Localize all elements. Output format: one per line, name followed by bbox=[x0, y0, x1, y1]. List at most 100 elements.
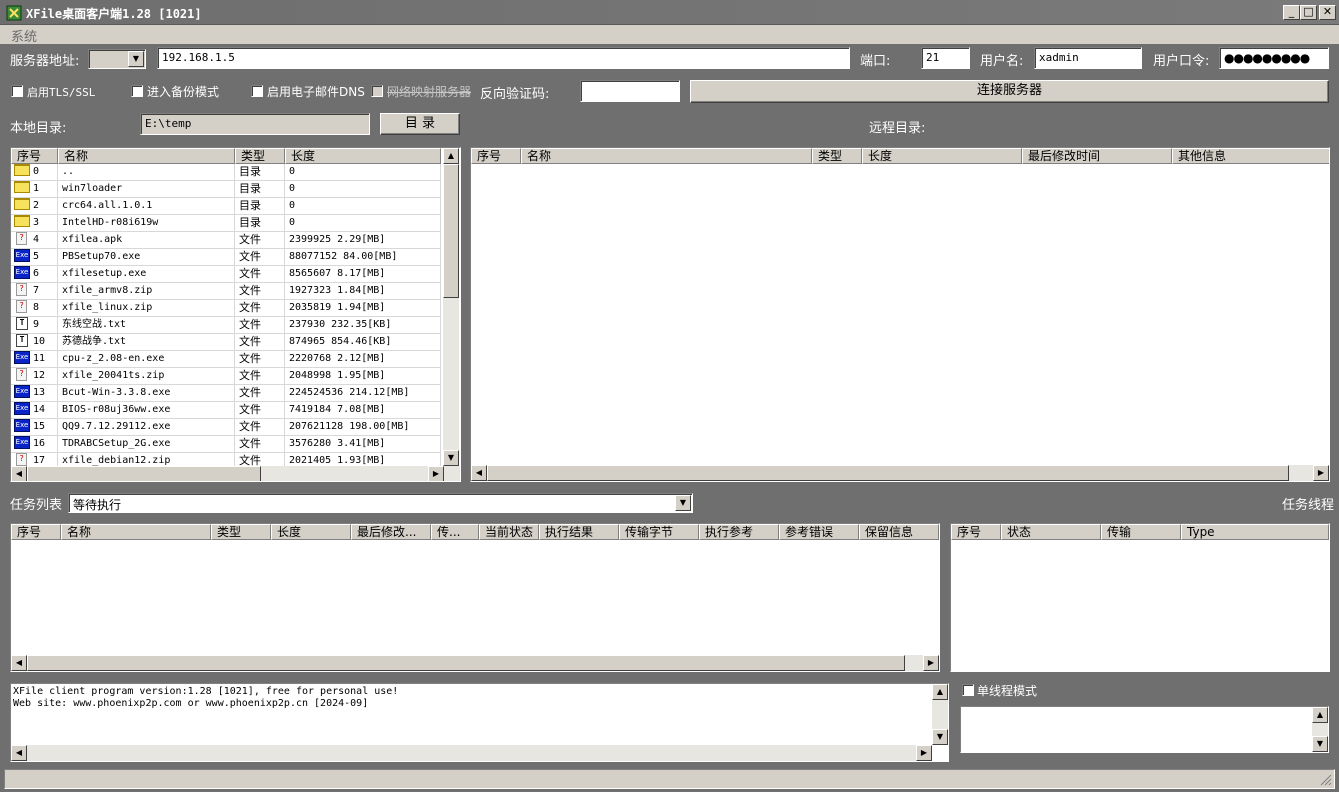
scroll-right-icon[interactable]: ▶ bbox=[923, 655, 939, 671]
column-header[interactable]: 名称 bbox=[58, 148, 235, 164]
table-row[interactable]: Exe 14 BIOS-r08uj36ww.exe 文件 7419184 7.08[MB… bbox=[11, 402, 441, 419]
column-header[interactable]: 执行结果 bbox=[539, 524, 619, 540]
scroll-left-icon[interactable]: ◀ bbox=[471, 465, 487, 481]
scroll-right-icon[interactable]: ▶ bbox=[916, 745, 932, 761]
column-header[interactable]: 长度 bbox=[271, 524, 351, 540]
column-header[interactable]: 传... bbox=[431, 524, 479, 540]
table-row[interactable]: Exe 6 xfilesetup.exe 文件 8565607 8.17[MB] bbox=[11, 266, 441, 283]
scroll-down-icon[interactable]: ▼ bbox=[932, 729, 948, 745]
password-input[interactable]: ●●●●●●●●● bbox=[1219, 47, 1329, 69]
scroll-right-icon[interactable]: ▶ bbox=[428, 466, 444, 481]
local-dir-input[interactable]: E:\temp bbox=[140, 113, 370, 135]
log-vscroll[interactable]: ▲ ▼ bbox=[932, 684, 948, 745]
column-header[interactable]: 长度 bbox=[862, 148, 1022, 164]
single-thread-checkbox[interactable] bbox=[962, 684, 974, 696]
protocol-select[interactable]: ▼ bbox=[88, 49, 146, 69]
column-header[interactable]: 长度 bbox=[285, 148, 441, 164]
scroll-thumb[interactable] bbox=[27, 655, 905, 671]
table-row[interactable]: Exe 13 Bcut-Win-3.3.8.exe 文件 224524536 214.1… bbox=[11, 385, 441, 402]
thread-info-vscroll[interactable]: ▲ ▼ bbox=[1312, 707, 1328, 752]
log-output[interactable]: XFile client program version:1.28 [1021]… bbox=[10, 683, 949, 762]
table-row[interactable]: 1 win7loader 目录 0 bbox=[11, 181, 441, 198]
resize-grip-icon[interactable] bbox=[1320, 774, 1332, 786]
scroll-up-icon[interactable]: ▲ bbox=[443, 148, 459, 164]
scroll-thumb[interactable] bbox=[487, 465, 1289, 481]
column-header[interactable]: 参考错误 bbox=[779, 524, 859, 540]
table-row[interactable]: T 9 东线空战.txt 文件 237930 232.35[KB] bbox=[11, 317, 441, 334]
log-hscroll[interactable]: ◀ ▶ bbox=[11, 745, 932, 761]
column-header[interactable]: 最后修改... bbox=[351, 524, 431, 540]
local-file-list[interactable]: 序号 名称 类型 长度 0.. 目录 0 1 win7loader 目录 0 2 crc64.all.… bbox=[10, 147, 461, 482]
thread-list[interactable]: 序号 状态 传输 Type bbox=[950, 523, 1330, 672]
server-address-input[interactable]: 192.168.1.5 bbox=[157, 47, 850, 69]
task-list[interactable]: 序号 名称 类型 长度 最后修改... 传... 当前状态 执行结果 传输字节 执行参考 参考错误保… bbox=[10, 523, 940, 672]
remote-hscroll[interactable]: ◀ ▶ bbox=[471, 465, 1329, 481]
menu-system[interactable]: 系统 bbox=[11, 26, 37, 45]
scroll-right-icon[interactable]: ▶ bbox=[1313, 465, 1329, 481]
task-filter-select[interactable]: 等待执行 ▼ bbox=[68, 493, 693, 513]
table-row[interactable]: Exe 5 PBSetup70.exe 文件 88077152 84.00[MB] bbox=[11, 249, 441, 266]
scroll-down-icon[interactable]: ▼ bbox=[443, 450, 459, 466]
table-row[interactable]: Exe 11 cpu-z_2.08-en.exe 文件 2220768 2.12[MB] bbox=[11, 351, 441, 368]
column-header[interactable]: Type bbox=[1181, 524, 1329, 540]
remote-file-list[interactable]: 序号 名称 类型 长度 最后修改时间 其他信息 ◀ ▶ bbox=[470, 147, 1330, 482]
column-header[interactable]: 最后修改时间 bbox=[1022, 148, 1172, 164]
close-button[interactable]: ✕ bbox=[1319, 5, 1336, 20]
table-row[interactable]: 2 crc64.all.1.0.1 目录 0 bbox=[11, 198, 441, 215]
minimize-button[interactable]: _ bbox=[1283, 5, 1300, 20]
row-number: 1 bbox=[11, 181, 58, 197]
scroll-up-icon[interactable]: ▲ bbox=[932, 684, 948, 700]
column-header[interactable]: 当前状态 bbox=[479, 524, 539, 540]
column-header[interactable]: 传输字节 bbox=[619, 524, 699, 540]
column-header[interactable]: 序号 bbox=[11, 148, 58, 164]
column-header[interactable]: 类型 bbox=[235, 148, 285, 164]
column-header[interactable]: 序号 bbox=[11, 524, 61, 540]
scroll-up-icon[interactable]: ▲ bbox=[1312, 707, 1328, 723]
username-input[interactable]: xadmin bbox=[1034, 47, 1142, 69]
scroll-thumb[interactable] bbox=[27, 466, 261, 481]
table-row[interactable]: 0.. 目录 0 bbox=[11, 164, 441, 181]
table-row[interactable]: ? 7 xfile_armv8.zip 文件 1927323 1.84[MB] bbox=[11, 283, 441, 300]
table-row[interactable]: Exe 16 TDRABCSetup_2G.exe 文件 3576280 3.41[MB… bbox=[11, 436, 441, 453]
file-size: 8565607 8.17[MB] bbox=[285, 266, 441, 282]
table-row[interactable]: T 10 苏德战争.txt 文件 874965 854.46[KB] bbox=[11, 334, 441, 351]
local-vscroll[interactable]: ▲ ▼ bbox=[443, 148, 459, 466]
column-header[interactable]: 序号 bbox=[471, 148, 521, 164]
title-bar[interactable]: XFile桌面客户端1.28 [1021] _ □ ✕ bbox=[0, 0, 1339, 25]
scroll-down-icon[interactable]: ▼ bbox=[1312, 736, 1328, 752]
file-name: xfilea.apk bbox=[58, 232, 235, 248]
tls-checkbox[interactable] bbox=[11, 85, 23, 97]
maximize-button[interactable]: □ bbox=[1300, 5, 1317, 20]
status-bar bbox=[4, 769, 1335, 789]
thread-info-box[interactable]: ▲ ▼ bbox=[960, 706, 1329, 753]
column-header[interactable]: 序号 bbox=[951, 524, 1001, 540]
table-row[interactable]: ? 12 xfile_20041ts.zip 文件 2048998 1.95[MB] bbox=[11, 368, 441, 385]
port-input[interactable]: 21 bbox=[921, 47, 970, 69]
scroll-left-icon[interactable]: ◀ bbox=[11, 745, 27, 761]
email-dns-checkbox[interactable] bbox=[251, 85, 263, 97]
row-number: ? 4 bbox=[11, 232, 58, 248]
local-hscroll[interactable]: ◀ ▶ bbox=[11, 466, 460, 481]
scroll-left-icon[interactable]: ◀ bbox=[11, 655, 27, 671]
tls-label: 启用TLS/SSL bbox=[27, 86, 96, 99]
column-header[interactable]: 类型 bbox=[211, 524, 271, 540]
table-row[interactable]: ? 8 xfile_linux.zip 文件 2035819 1.94[MB] bbox=[11, 300, 441, 317]
table-row[interactable]: 3 IntelHD-r08i619w 目录 0 bbox=[11, 215, 441, 232]
column-header[interactable]: 传输 bbox=[1101, 524, 1181, 540]
column-header[interactable]: 保留信息 bbox=[859, 524, 939, 540]
column-header[interactable]: 状态 bbox=[1001, 524, 1101, 540]
column-header[interactable]: 类型 bbox=[812, 148, 862, 164]
table-row[interactable]: Exe 15 QQ9.7.12.29112.exe 文件 207621128 198.0… bbox=[11, 419, 441, 436]
connect-server-button[interactable]: 连接服务器 bbox=[690, 80, 1329, 103]
scroll-left-icon[interactable]: ◀ bbox=[11, 466, 27, 481]
table-row[interactable]: ? 4 xfilea.apk 文件 2399925 2.29[MB] bbox=[11, 232, 441, 249]
backup-mode-checkbox[interactable] bbox=[131, 85, 143, 97]
scroll-thumb[interactable] bbox=[443, 164, 459, 298]
column-header[interactable]: 执行参考 bbox=[699, 524, 779, 540]
dir-button[interactable]: 目 录 bbox=[380, 113, 460, 135]
column-header[interactable]: 其他信息 bbox=[1172, 148, 1329, 164]
column-header[interactable]: 名称 bbox=[61, 524, 211, 540]
reverse-code-input[interactable] bbox=[580, 80, 680, 102]
task-hscroll[interactable]: ◀ ▶ bbox=[11, 655, 939, 671]
column-header[interactable]: 名称 bbox=[521, 148, 812, 164]
